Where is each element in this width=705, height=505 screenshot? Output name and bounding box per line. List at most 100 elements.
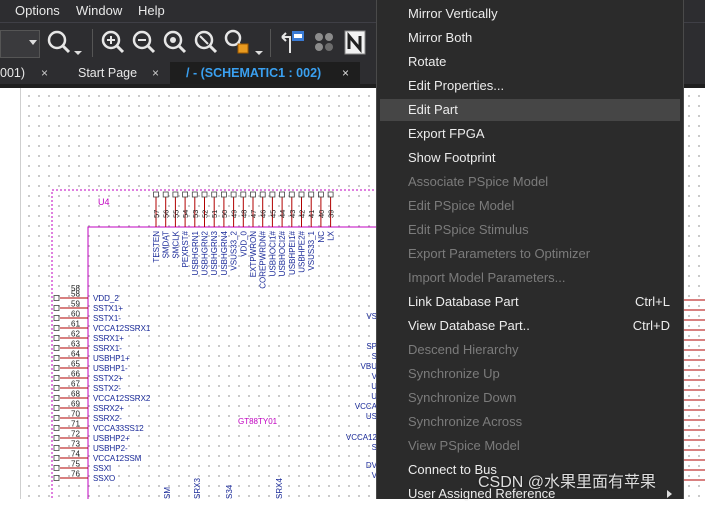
left-pin-number: 61 [71,320,80,329]
pin-connector[interactable] [53,425,60,431]
left-pin-number: 65 [71,360,80,369]
left-pin-name: USBHP1+ [93,354,130,363]
pin-connector[interactable] [288,191,295,198]
left-pin-number: 72 [71,430,80,439]
pin-connector[interactable] [182,191,189,198]
menu-item-label: Descend Hierarchy [408,342,519,357]
left-pin-name: USBHP2- [93,444,128,453]
left-pin-name: VCCA33SS12 [93,424,144,433]
menu-item-view-pspice-model: View PSpice Model [380,435,680,457]
pin-connector[interactable] [53,415,60,421]
left-pin-name: SSXI [93,464,111,473]
pin-connector[interactable] [53,345,60,351]
pin-connector[interactable] [220,191,227,198]
pin-connector[interactable] [279,191,286,198]
right-pin-name: VCCA [355,402,378,411]
chevron-right-icon [667,490,672,498]
pin-connector[interactable] [53,355,60,361]
pin-connector[interactable] [230,191,237,198]
pin-connector[interactable] [53,405,60,411]
pin-connector[interactable] [240,191,247,198]
pin-connector[interactable] [53,365,60,371]
menu-item-synchronize-up: Synchronize Up [380,363,680,385]
menu-item-descend-hierarchy: Descend Hierarchy [380,339,680,361]
menu-item-label: Import Model Parameters... [408,270,566,285]
top-pin-number: 48 [239,210,248,218]
top-pin-name: USBHGRN2 [201,230,210,275]
menu-item-mirror-both[interactable]: Mirror Both [380,27,680,49]
top-pin-name: USBHPEI1# [288,230,297,275]
left-pin-number: 76 [71,470,80,479]
pin-connector[interactable] [317,191,324,198]
pin-connector[interactable] [53,475,60,481]
left-pin-name: VCCA12SSRX2 [93,394,151,403]
top-pin-number: 52 [201,210,210,218]
menu-item-shortcut: Ctrl+L [634,294,670,309]
pin-connector[interactable] [162,191,169,198]
pin-connector[interactable] [53,305,60,311]
top-pin-name: USBHGRN1 [191,230,200,275]
pin-connector[interactable] [53,465,60,471]
menu-item-mirror-vertically[interactable]: Mirror Vertically [380,3,680,25]
left-pin-number: 59 [71,300,80,309]
menu-item-edit-part[interactable]: Edit Part [380,99,680,121]
left-pin-name: SSXO [93,474,115,483]
pin-connector[interactable] [172,191,179,198]
pin-connector[interactable] [211,191,218,198]
pin-connector[interactable] [298,191,305,198]
top-pin-number: 39 [327,210,336,218]
part-value: GT88TY01 [238,417,278,426]
top-pin-name: PEXRST# [181,230,190,267]
pin-connector[interactable] [327,191,334,198]
pin-connector[interactable] [153,191,159,198]
left-pin-number: 66 [71,370,80,379]
menu-item-label: View Database Part.. [408,318,530,333]
pin-connector[interactable] [308,191,315,198]
pin-connector[interactable] [53,315,60,321]
menu-item-link-database-part[interactable]: Link Database Part Ctrl+L [380,291,680,313]
left-pin-name: SSRX2+ [93,404,124,413]
top-pin-number: 40 [317,210,326,218]
menu-item-edit-properties[interactable]: Edit Properties... [380,75,680,97]
top-pin-number: 53 [191,210,200,218]
menu-item-label: Mirror Both [408,30,473,45]
pin-connector[interactable] [53,385,60,391]
menu-item-edit-pspice-model: Edit PSpice Model [380,195,680,217]
top-pin-name: SMCLK [171,230,180,258]
pin-connector[interactable] [53,325,60,331]
top-pin-name: NC [317,231,326,243]
top-pin-number: 54 [181,210,190,218]
left-pin-number: 73 [71,440,80,449]
pin-connector[interactable] [191,191,198,198]
left-pin-name: VCCA12SSRX1 [93,324,151,333]
right-pin-name: VBU [361,362,378,371]
menu-item-label: Edit PSpice Stimulus [408,222,529,237]
top-pin-number: 57 [152,210,161,218]
pin-connector[interactable] [53,435,60,441]
menu-item-show-footprint[interactable]: Show Footprint [380,147,680,169]
bottom-pin-name: SM [163,487,172,499]
menu-item-rotate[interactable]: Rotate [380,51,680,73]
top-pin-group: 57 TESTEN 56 SMDAT 55 SMCLK 54 PEXRST# 53 USBHGRN… [152,191,336,289]
pin-connector[interactable] [250,191,256,198]
menu-item-export-fpga[interactable]: Export FPGA [380,123,680,145]
left-pin-name: SSTX2+ [93,374,123,383]
pin-connector[interactable] [269,191,276,198]
pin-connector[interactable] [53,395,60,401]
left-pin-name: SSTX1- [93,314,121,323]
menu-item-synchronize-down: Synchronize Down [380,387,680,409]
left-pin-name: SSRX1- [93,344,122,353]
pin-connector[interactable] [259,191,266,198]
top-pin-number: 50 [220,210,229,218]
pin-connector[interactable] [53,445,60,451]
left-pin-number: 67 [71,380,80,389]
top-pin-name: USBHPE2# [298,230,307,272]
pin-connector[interactable] [53,375,60,381]
pin-connector[interactable] [201,191,208,198]
menu-item-view-database-part[interactable]: View Database Part.. Ctrl+D [380,315,680,337]
pin-connector[interactable] [53,335,60,341]
pin-connector[interactable] [53,295,60,301]
pin-connector[interactable] [53,455,60,461]
right-pin-name: VCCA12 [346,433,378,442]
bottom-pin-name: SRX3 [193,478,202,499]
